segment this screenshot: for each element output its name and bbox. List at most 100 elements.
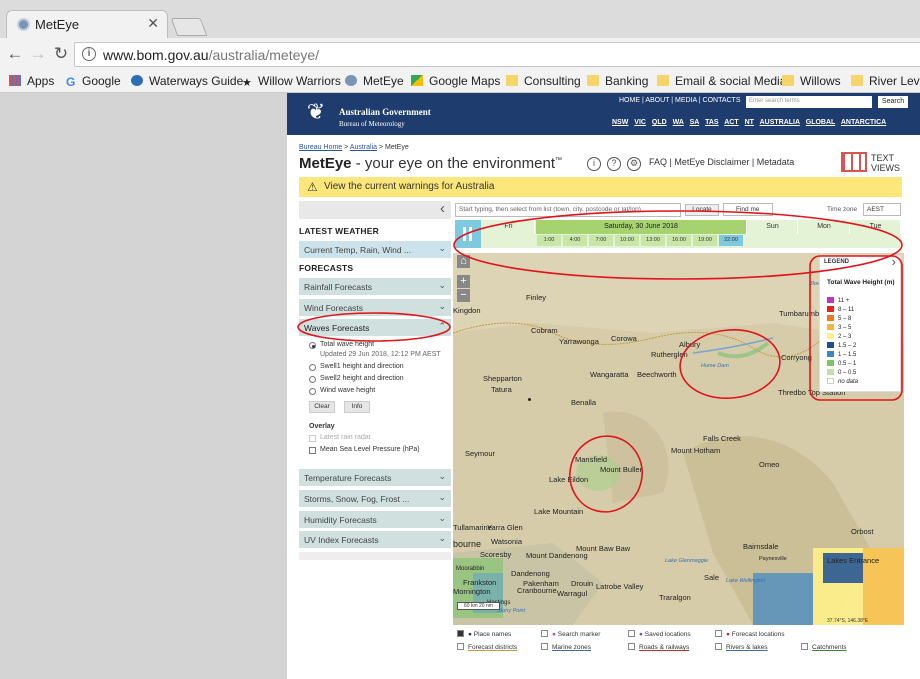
day-saturday[interactable]: Saturday, 30 June 2018	[536, 220, 747, 234]
day-tue[interactable]: Tue	[851, 220, 901, 234]
timezone-select[interactable]: AEST	[863, 203, 901, 216]
site-search-button[interactable]: Search	[878, 96, 908, 108]
forward-icon[interactable]: →	[28, 44, 48, 64]
accordion-current[interactable]: Current Temp, Rain, Wind ... ⌄	[299, 241, 451, 259]
address-bar[interactable]: i www.bom.gov.au/australia/meteye/	[74, 42, 920, 67]
bookmark-google-maps[interactable]: Google Maps	[411, 74, 500, 88]
day-fri[interactable]: Fri	[483, 220, 535, 234]
close-tab-icon[interactable]: ✕	[147, 15, 159, 32]
radio-swell1[interactable]	[309, 364, 316, 371]
find-me-button[interactable]: Find me	[723, 203, 773, 216]
accordion-waves[interactable]: Waves Forecasts ⌃	[299, 319, 451, 337]
location-search-input[interactable]: Start typing, then select from list (tow…	[455, 203, 681, 217]
accordion-humidity[interactable]: Humidity Forecasts ⌄	[299, 511, 451, 529]
state-link-qld[interactable]: QLD	[652, 119, 667, 126]
info-icon[interactable]: i	[587, 157, 601, 171]
breadcrumb-home[interactable]: Bureau Home	[299, 144, 342, 151]
overlay-roads-railways[interactable]: Roads & railways	[628, 643, 689, 651]
checkbox-mslp[interactable]	[309, 447, 316, 454]
overlay-marine-zones[interactable]: Marine zones	[541, 643, 591, 651]
browser-tab[interactable]: MetEye ✕	[6, 10, 168, 38]
chevron-right-icon[interactable]: ›	[892, 254, 896, 269]
accordion-rainfall[interactable]: Rainfall Forecasts ⌄	[299, 278, 451, 296]
state-link-act[interactable]: ACT	[724, 119, 738, 126]
gov-name[interactable]: Australian Government	[339, 107, 431, 117]
bookmark-apps[interactable]: Apps	[9, 74, 54, 88]
map-canvas[interactable]: ⌂ + − Finley Cobram Yarrawonga Corowa Al…	[453, 253, 904, 625]
hour-slot[interactable]: 13:00	[641, 235, 666, 246]
back-icon[interactable]: ←	[5, 44, 25, 64]
checkbox-checked[interactable]	[457, 630, 464, 637]
state-link-sa[interactable]: SA	[690, 119, 699, 126]
hour-slot[interactable]: 19:00	[693, 235, 718, 246]
day-mon[interactable]: Mon	[799, 220, 850, 234]
overlay-search-marker[interactable]: ● Search marker	[541, 630, 600, 638]
hour-slot[interactable]: 1:00	[537, 235, 562, 246]
warnings-banner[interactable]: ⚠ View the current warnings for Australi…	[299, 177, 902, 197]
home-icon[interactable]: ⌂	[457, 255, 470, 268]
state-link-tas[interactable]: TAS	[705, 119, 718, 126]
state-link-wa[interactable]: WA	[673, 119, 684, 126]
state-link-australia[interactable]: AUSTRALIA	[760, 119, 800, 126]
hour-slot-current[interactable]: 22:00	[719, 235, 744, 246]
help-icon[interactable]: ?	[607, 157, 621, 171]
accordion-storms[interactable]: Storms, Snow, Fog, Frost ... ⌄	[299, 490, 451, 508]
bookmark-meteye[interactable]: MetEye	[345, 74, 404, 88]
folder-icon	[587, 75, 599, 86]
legend-swatch	[827, 342, 834, 348]
top-links[interactable]: HOME | ABOUT | MEDIA | CONTACTS	[619, 97, 741, 104]
overlay-catchments[interactable]: Catchments	[801, 643, 847, 651]
locate-button[interactable]: Locate	[685, 204, 719, 216]
hour-slot[interactable]: 7:00	[589, 235, 614, 246]
site-search-input[interactable]: Enter search terms	[746, 96, 872, 108]
state-link-antarctica[interactable]: ANTARCTICA	[841, 119, 886, 126]
bookmark-river-levels[interactable]: River Levels	[851, 74, 920, 88]
state-link-global[interactable]: GLOBAL	[806, 119, 835, 126]
bureau-name[interactable]: Bureau of Meteorology	[339, 120, 405, 128]
info-button[interactable]: Info	[344, 401, 370, 413]
zoom-out-icon[interactable]: −	[457, 289, 470, 302]
checkbox-radar[interactable]	[309, 435, 316, 442]
bookmark-willows[interactable]: Willows	[782, 74, 841, 88]
map-label: Corryong	[781, 353, 812, 362]
settings-icon[interactable]: ⚙	[627, 157, 641, 171]
overlay-forecast-locations[interactable]: ● Forecast locations	[715, 630, 785, 638]
state-link-nsw[interactable]: NSW	[612, 119, 628, 126]
pause-icon[interactable]	[455, 220, 481, 248]
overlay-rivers-lakes[interactable]: Rivers & lakes	[715, 643, 768, 651]
bookmarks-bar: Apps G Google Waterways Guide ★ Willow War…	[0, 71, 920, 93]
bookmark-consulting[interactable]: Consulting	[506, 74, 581, 88]
bookmark-waterways[interactable]: Waterways Guide	[131, 74, 243, 88]
info-icon[interactable]: i	[82, 47, 96, 61]
radio-wind-wave[interactable]	[309, 388, 316, 395]
day-sun[interactable]: Sun	[748, 220, 798, 234]
radio-swell2[interactable]	[309, 376, 316, 383]
hour-slot[interactable]: 16:00	[667, 235, 692, 246]
faq-links[interactable]: FAQ | MetEye Disclaimer | Metadata	[649, 157, 794, 167]
hour-slot[interactable]: 10:00	[615, 235, 640, 246]
accordion-wind[interactable]: Wind Forecasts ⌄	[299, 299, 451, 317]
bookmark-google[interactable]: G Google	[66, 74, 121, 88]
reload-icon[interactable]: ↻	[51, 44, 71, 64]
collapse-sidebar-button[interactable]: ‹	[299, 200, 451, 219]
bookmark-willow-warriors[interactable]: ★ Willow Warriors	[242, 74, 341, 89]
new-tab-button[interactable]	[170, 18, 208, 36]
overlay-place-names[interactable]: ● Place names	[457, 630, 511, 638]
accordion-uv[interactable]: UV Index Forecasts ⌄	[299, 531, 451, 549]
overlay-forecast-districts[interactable]: Forecast districts	[457, 643, 517, 651]
state-link-nt[interactable]: NT	[745, 119, 754, 126]
radio-total-wave[interactable]	[309, 342, 316, 349]
forecasts-heading: FORECASTS	[299, 263, 354, 273]
hour-slot[interactable]: 4:00	[563, 235, 588, 246]
warnings-link[interactable]: View the current warnings for Australia	[324, 181, 494, 192]
clear-button[interactable]: Clear	[309, 401, 335, 413]
coat-of-arms-icon[interactable]: ❦	[299, 99, 333, 129]
state-link-vic[interactable]: VIC	[634, 119, 646, 126]
zoom-in-icon[interactable]: +	[457, 275, 470, 288]
overlay-saved-locations[interactable]: ● Saved locations	[628, 630, 691, 638]
accordion-temperature[interactable]: Temperature Forecasts ⌄	[299, 469, 451, 487]
bookmark-email-social[interactable]: Email & social Media	[657, 74, 786, 88]
bookmark-banking[interactable]: Banking	[587, 74, 648, 88]
breadcrumb-australia[interactable]: Australia	[350, 144, 377, 151]
text-views-button[interactable]: TEXT VIEWS	[841, 152, 901, 174]
